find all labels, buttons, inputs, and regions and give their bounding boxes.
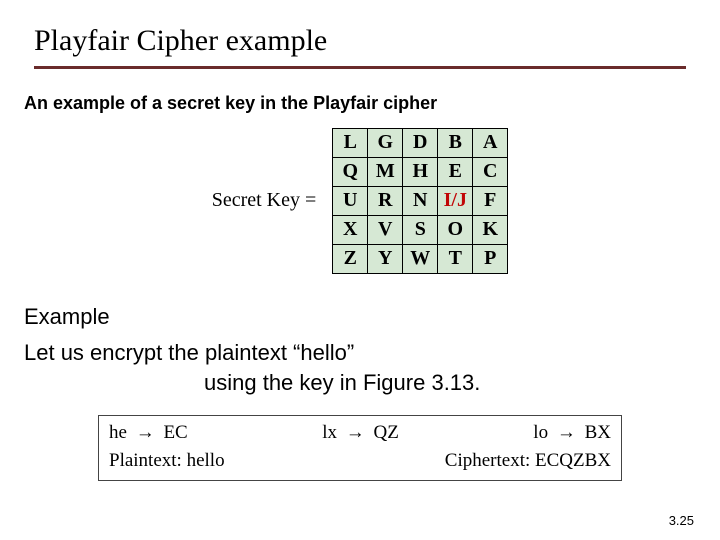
- key-cell: L: [333, 128, 368, 157]
- slide: Playfair Cipher example An example of a …: [0, 0, 720, 540]
- key-cell: K: [473, 215, 508, 244]
- key-cell: W: [403, 244, 438, 273]
- table-row: X V S O K: [333, 215, 508, 244]
- mapping-cipher: EC: [163, 422, 187, 443]
- mapping-cipher: BX: [585, 422, 611, 443]
- example-line2: using the key in Figure 3.13.: [24, 368, 692, 399]
- example-line1: Let us encrypt the plaintext “hello”: [24, 338, 692, 369]
- key-cell: U: [333, 186, 368, 215]
- table-row: U R N I/J F: [333, 186, 508, 215]
- secret-key-area: Secret Key = L G D B A Q M H E C U R N I…: [0, 128, 720, 274]
- key-cell: H: [403, 157, 438, 186]
- cipher-box: he → EC lx → QZ lo → BX Plaintext: hello…: [98, 415, 622, 481]
- key-cell: D: [403, 128, 438, 157]
- cipher-bottom-row: Plaintext: hello Ciphertext: ECQZBX: [109, 450, 611, 472]
- key-cell: C: [473, 157, 508, 186]
- mapping: lo → BX: [533, 422, 611, 444]
- ciphertext-label: Ciphertext: ECQZBX: [445, 450, 611, 472]
- arrow-icon: →: [132, 422, 159, 443]
- key-cell: Z: [333, 244, 368, 273]
- mapping-cipher: QZ: [373, 422, 398, 443]
- example-body: Let us encrypt the plaintext “hello” usi…: [0, 330, 720, 400]
- arrow-icon: →: [342, 422, 369, 443]
- key-cell: Y: [368, 244, 403, 273]
- key-cell: X: [333, 215, 368, 244]
- table-row: L G D B A: [333, 128, 508, 157]
- key-table: L G D B A Q M H E C U R N I/J F X: [332, 128, 508, 274]
- key-cell: S: [403, 215, 438, 244]
- key-cell: V: [368, 215, 403, 244]
- key-cell: F: [473, 186, 508, 215]
- slide-subtitle: An example of a secret key in the Playfa…: [0, 69, 720, 114]
- mapping: lx → QZ: [322, 422, 399, 444]
- title-wrap: Playfair Cipher example: [0, 0, 720, 69]
- key-cell: G: [368, 128, 403, 157]
- table-row: Z Y W T P: [333, 244, 508, 273]
- mapping-plain: he: [109, 422, 127, 443]
- key-cell: P: [473, 244, 508, 273]
- key-cell: A: [473, 128, 508, 157]
- key-cell: E: [438, 157, 473, 186]
- key-cell: B: [438, 128, 473, 157]
- mapping-plain: lx: [322, 422, 337, 443]
- arrow-icon: →: [553, 422, 580, 443]
- key-cell: R: [368, 186, 403, 215]
- secret-key-label: Secret Key =: [212, 189, 317, 212]
- key-cell: T: [438, 244, 473, 273]
- example-heading: Example: [0, 282, 720, 330]
- key-cell: N: [403, 186, 438, 215]
- page-number: 3.25: [669, 513, 694, 528]
- table-row: Q M H E C: [333, 157, 508, 186]
- cipher-mappings-row: he → EC lx → QZ lo → BX: [109, 422, 611, 444]
- slide-title: Playfair Cipher example: [34, 18, 686, 69]
- mapping: he → EC: [109, 422, 188, 444]
- key-cell: O: [438, 215, 473, 244]
- plaintext-label: Plaintext: hello: [109, 450, 225, 472]
- key-cell: Q: [333, 157, 368, 186]
- key-cell-ij: I/J: [438, 186, 473, 215]
- key-cell: M: [368, 157, 403, 186]
- mapping-plain: lo: [533, 422, 548, 443]
